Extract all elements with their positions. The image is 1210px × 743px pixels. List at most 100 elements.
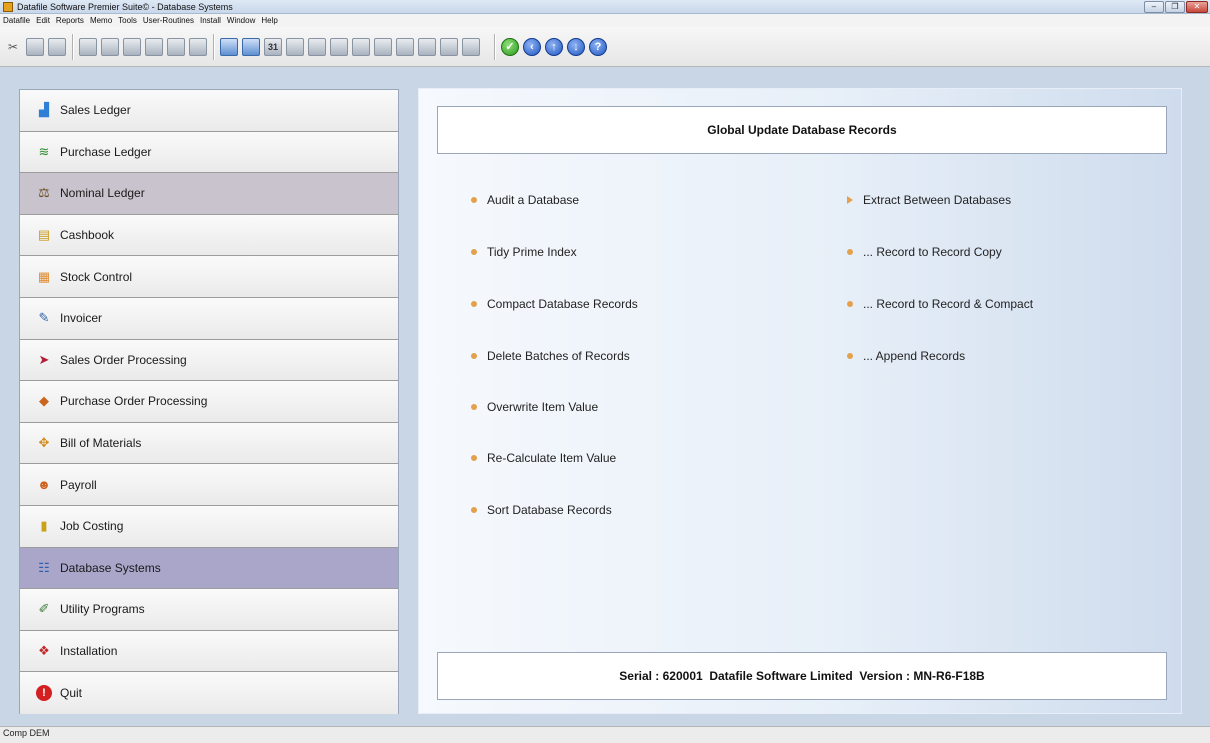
nav-item-stock-control[interactable]: ▦ Stock Control (20, 256, 398, 298)
calendar-icon[interactable]: 31 (264, 37, 282, 56)
minimize-button[interactable]: – (1144, 1, 1164, 13)
option-record-to-record-compact[interactable]: ... Record to Record & Compact (847, 297, 1033, 311)
option-recalculate-item-value[interactable]: Re-Calculate Item Value (471, 451, 616, 465)
toolbar-separator (494, 33, 495, 60)
bullet-icon (847, 301, 853, 307)
window-title: Datafile Software Premier Suite© - Datab… (17, 1, 233, 12)
form-icon[interactable] (462, 37, 480, 56)
down-icon[interactable]: ↓ (567, 37, 585, 56)
page-title-box: Global Update Database Records (437, 106, 1167, 154)
menu-user-routines[interactable]: User-Routines (143, 16, 194, 25)
money-icon: ≋ (38, 143, 50, 159)
nav-item-quit[interactable]: ! Quit (20, 672, 398, 714)
menu-install[interactable]: Install (200, 16, 221, 25)
scales-icon: ⚖ (38, 185, 50, 201)
tools-icon[interactable] (145, 37, 163, 56)
option-compact-database-records[interactable]: Compact Database Records (471, 297, 638, 311)
materials-icon: ✥ (38, 435, 50, 451)
people-icon: ☻ (37, 477, 51, 493)
menu-tools[interactable]: Tools (118, 16, 137, 25)
calculator-icon[interactable] (242, 37, 260, 56)
help-icon[interactable]: ? (589, 37, 607, 56)
nav-item-purchase-ledger[interactable]: ≋ Purchase Ledger (20, 131, 398, 174)
ok-icon[interactable]: ✓ (501, 37, 519, 56)
bullet-icon (471, 353, 477, 359)
page-title: Global Update Database Records (707, 123, 897, 137)
menu-reports[interactable]: Reports (56, 16, 84, 25)
mail-icon[interactable] (352, 37, 370, 56)
database-icon: ☷ (38, 559, 50, 575)
option-sort-database-records[interactable]: Sort Database Records (471, 503, 612, 517)
menu-bar: Datafile Edit Reports Memo Tools User-Ro… (0, 14, 1210, 27)
window-controls: – ❐ ✕ (1144, 1, 1208, 13)
option-audit-database[interactable]: Audit a Database (471, 193, 579, 207)
status-bar: Comp DEM (0, 726, 1210, 743)
option-append-records[interactable]: ... Append Records (847, 349, 965, 363)
option-extract-between-databases[interactable]: Extract Between Databases (847, 193, 1011, 207)
nav-item-payroll[interactable]: ☻ Payroll (20, 464, 398, 506)
bullet-icon (471, 197, 477, 203)
nav-item-bill-of-materials[interactable]: ✥ Bill of Materials (20, 422, 398, 465)
list-icon[interactable] (123, 37, 141, 56)
chart-icon: ▟ (39, 102, 49, 118)
copy-icon[interactable] (26, 37, 44, 56)
option-delete-batches[interactable]: Delete Batches of Records (471, 349, 630, 363)
invoice-icon: ✎ (38, 310, 50, 326)
folder-icon: ▮ (40, 518, 48, 534)
cut-icon[interactable]: ✂ (4, 38, 22, 56)
close-button[interactable]: ✕ (1186, 1, 1208, 13)
status-text: Comp DEM (3, 728, 50, 738)
toolbar-separator (72, 33, 73, 60)
nav-item-purchase-order-processing[interactable]: ◆ Purchase Order Processing (20, 381, 398, 423)
menu-window[interactable]: Window (227, 16, 255, 25)
back-icon[interactable]: ‹ (523, 37, 541, 56)
bullet-icon (471, 455, 477, 461)
notes-icon[interactable] (286, 37, 304, 56)
find-next-icon[interactable] (101, 37, 119, 56)
menu-edit[interactable]: Edit (36, 16, 50, 25)
nav-item-job-costing[interactable]: ▮ Job Costing (20, 505, 398, 548)
utility-icon: ✐ (38, 601, 50, 617)
option-overwrite-item-value[interactable]: Overwrite Item Value (471, 400, 598, 414)
nav-item-installation[interactable]: ❖ Installation (20, 630, 398, 673)
transfer-icon[interactable] (440, 37, 458, 56)
menu-help[interactable]: Help (261, 16, 277, 25)
word-icon[interactable] (374, 37, 392, 56)
package-icon: ◆ (39, 393, 49, 409)
content-panel: Global Update Database Records Audit a D… (418, 88, 1182, 714)
bullet-icon (471, 507, 477, 513)
nav-item-nominal-ledger[interactable]: ⚖ Nominal Ledger (20, 173, 398, 215)
home-icon[interactable] (330, 37, 348, 56)
picture-icon[interactable] (396, 37, 414, 56)
boxes-icon: ▦ (37, 268, 51, 284)
option-record-to-record-copy[interactable]: ... Record to Record Copy (847, 245, 1002, 259)
toolbar-separator (213, 33, 214, 60)
bullet-icon (471, 404, 477, 410)
quit-icon: ! (36, 685, 52, 702)
menu-memo[interactable]: Memo (90, 16, 112, 25)
up-icon[interactable]: ↑ (545, 37, 563, 56)
paste-icon[interactable] (48, 37, 66, 56)
nav-item-invoicer[interactable]: ✎ Invoicer (20, 297, 398, 340)
print-preview-icon[interactable] (167, 37, 185, 56)
nav-item-utility-programs[interactable]: ✐ Utility Programs (20, 589, 398, 631)
cash-icon: ▤ (37, 227, 51, 243)
install-icon: ❖ (38, 643, 50, 659)
option-tidy-prime-index[interactable]: Tidy Prime Index (471, 245, 577, 259)
nav-item-database-systems[interactable]: ☷ Database Systems (20, 547, 398, 590)
serial-info: Serial : 620001 Datafile Software Limite… (619, 669, 985, 683)
order-icon: ➤ (38, 351, 50, 367)
chart-icon[interactable] (308, 37, 326, 56)
nav-item-cashbook[interactable]: ▤ Cashbook (20, 214, 398, 257)
toolbar: ✂ 31 ✓ ‹ ↑ ↓ ? (0, 27, 1210, 67)
nav-item-sales-order-processing[interactable]: ➤ Sales Order Processing (20, 339, 398, 382)
menu-datafile[interactable]: Datafile (3, 16, 30, 25)
printer-icon[interactable] (189, 37, 207, 56)
database-icon[interactable] (418, 37, 436, 56)
nav-item-sales-ledger[interactable]: ▟ Sales Ledger (20, 90, 398, 132)
report-icon[interactable] (220, 37, 238, 56)
find-icon[interactable] (79, 37, 97, 56)
restore-button[interactable]: ❐ (1165, 1, 1185, 13)
title-bar: Datafile Software Premier Suite© - Datab… (0, 0, 1210, 14)
bullet-icon (847, 249, 853, 255)
